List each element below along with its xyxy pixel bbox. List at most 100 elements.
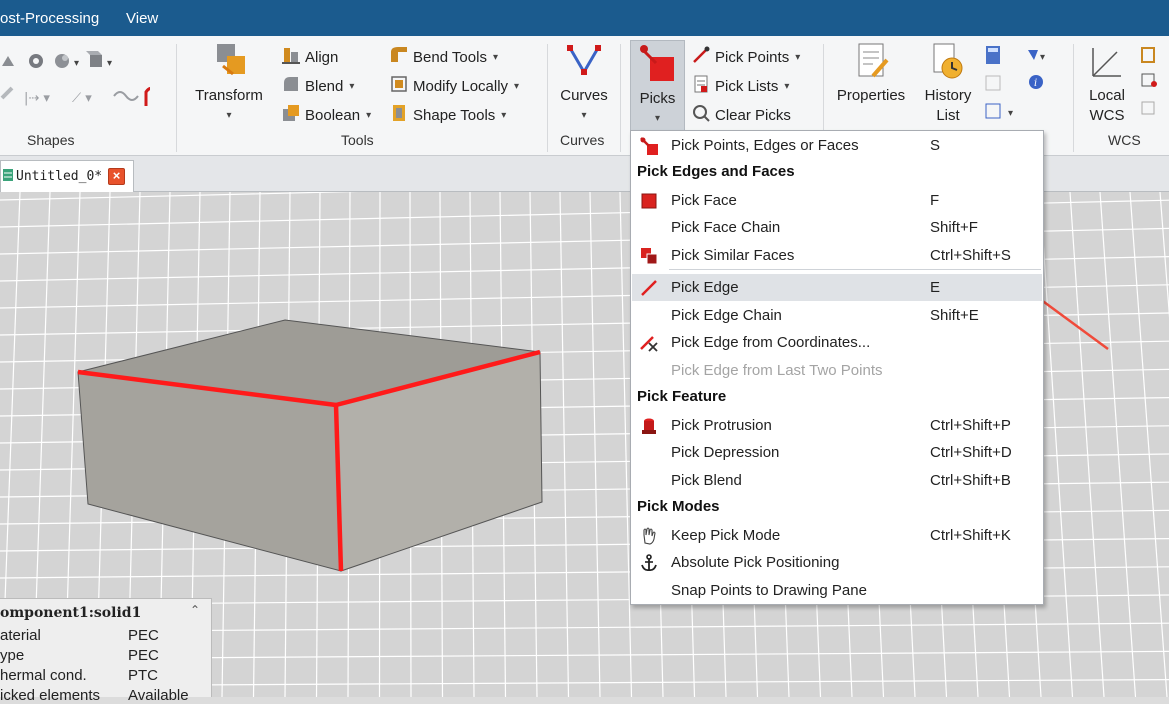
menu-item-pick-edge-chain[interactable]: Pick Edge Chain Shift+E: [632, 302, 1042, 329]
menu-item-pick-edge-from-coordinates[interactable]: Pick Edge from Coordinates...: [632, 329, 1042, 356]
curves-label: Curves: [560, 87, 608, 104]
picks-icon: [639, 45, 674, 81]
menu-item-pick-depression[interactable]: Pick Depression Ctrl+Shift+D: [632, 439, 1042, 466]
menu-item-label: Pick Protrusion: [671, 417, 772, 434]
menu-item-pick-similar-faces[interactable]: Pick Similar Faces Ctrl+Shift+S: [632, 242, 1042, 269]
menu-item-label: Pick Face Chain: [671, 219, 781, 236]
blend-button[interactable]: Blend ▾: [282, 75, 354, 97]
local-wcs-button[interactable]: Local WCS: [1080, 42, 1134, 126]
info-row-value: PEC: [128, 627, 159, 644]
group-divider: [1073, 44, 1074, 152]
picks-button[interactable]: Picks ▾: [630, 40, 685, 132]
align-label: Align: [305, 48, 339, 66]
menu-item-label: Pick Blend: [671, 472, 742, 489]
pick-lists-label: Pick Lists: [715, 77, 779, 95]
transform-icon: [217, 44, 245, 76]
bend-tools-label: Bend Tools: [413, 48, 487, 66]
clear-picks-button[interactable]: Clear Picks: [692, 104, 791, 126]
pick-edge-icon: [640, 279, 658, 297]
svg-text:▾: ▾: [1040, 52, 1045, 63]
picks-dropdown-menu: Pick Points, Edges or Faces S Pick Edges…: [630, 130, 1044, 605]
shape-tools-button[interactable]: Shape Tools ▾: [390, 104, 506, 126]
shape-tools-icon: [390, 104, 408, 126]
chevron-down-icon: ▾: [366, 109, 372, 121]
modify-locally-button[interactable]: Modify Locally ▾: [390, 75, 519, 97]
menu-item-pick-points-edges-faces[interactable]: Pick Points, Edges or Faces S: [632, 132, 1042, 159]
menu-tab-post-processing[interactable]: ost-Processing: [0, 10, 99, 27]
grid-line: [1069, 192, 1105, 697]
boolean-icon: [282, 104, 300, 126]
menu-item-pick-blend[interactable]: Pick Blend Ctrl+Shift+B: [632, 467, 1042, 494]
svg-text:▾: ▾: [107, 58, 112, 69]
menu-item-label: Pick Edge from Coordinates...: [671, 334, 871, 351]
group-divider: [176, 44, 177, 152]
close-icon[interactable]: ×: [108, 168, 126, 185]
menu-item-label: Pick Similar Faces: [671, 247, 795, 264]
clear-picks-label: Clear Picks: [715, 106, 791, 124]
group-divider: [547, 44, 548, 152]
menu-item-label: Pick Points, Edges or Faces: [671, 137, 859, 154]
menu-item-shortcut: Ctrl+Shift+S: [930, 247, 1011, 264]
properties-button[interactable]: Properties: [832, 42, 910, 106]
chevron-down-icon: ▾: [226, 110, 232, 121]
info-row-label: aterial: [0, 627, 41, 644]
curves-icon: [567, 45, 601, 75]
svg-text:⟋ ▾: ⟋ ▾: [72, 91, 92, 106]
pick-face-icon: [640, 192, 658, 210]
document-tab[interactable]: Untitled_0* ×: [0, 160, 134, 192]
anchor-icon: [640, 554, 658, 572]
menu-bar: ost-Processing View: [0, 0, 1169, 36]
menu-item-pick-face[interactable]: Pick Face F: [632, 187, 1042, 214]
curves-button[interactable]: Curves ▾: [556, 42, 612, 126]
menu-item-keep-pick-mode[interactable]: Keep Pick Mode Ctrl+Shift+K: [632, 522, 1042, 549]
pick-edge-coordinates-icon: [640, 334, 658, 352]
menu-item-absolute-pick-positioning[interactable]: Absolute Pick Positioning: [632, 549, 1042, 576]
menu-item-label: Pick Edge from Last Two Points: [671, 362, 883, 379]
grid-line: [589, 192, 601, 697]
svg-text:▾: ▾: [1008, 108, 1013, 119]
properties-label: Properties: [836, 87, 906, 104]
pick-protrusion-icon: [640, 417, 658, 435]
local-label: Local: [1089, 87, 1125, 104]
chevron-down-icon: ▾: [581, 110, 587, 121]
bend-tools-icon: [390, 46, 408, 68]
align-button[interactable]: Align: [282, 46, 338, 68]
boolean-button[interactable]: Boolean ▾: [282, 104, 371, 126]
picks-label: Picks: [639, 90, 676, 107]
menu-item-label: Pick Face: [671, 192, 737, 209]
bend-tools-button[interactable]: Bend Tools ▾: [390, 46, 498, 68]
local-wcs-icon: [1092, 48, 1121, 77]
menu-item-shortcut: S: [930, 137, 941, 154]
modify-locally-label: Modify Locally: [413, 77, 509, 95]
pick-lists-button[interactable]: Pick Lists ▾: [692, 75, 789, 97]
wcs-tool-icons[interactable]: [1140, 44, 1169, 124]
chevron-down-icon: ▾: [654, 113, 661, 124]
menu-tab-view[interactable]: View: [126, 10, 158, 27]
clear-picks-icon: [692, 104, 710, 126]
info-row-label: ype: [0, 647, 25, 664]
shapes-icons[interactable]: ▾ ▾ |⇢ ▾ ⟋ ▾: [0, 50, 150, 116]
chevron-down-icon: ▾: [349, 80, 355, 92]
pick-points-button[interactable]: Pick Points ▾: [692, 46, 800, 68]
transform-button[interactable]: Transform ▾: [190, 42, 268, 126]
menu-item-pick-face-chain[interactable]: Pick Face Chain Shift+F: [632, 214, 1042, 241]
history-list-button[interactable]: History List: [918, 42, 978, 126]
chevron-up-icon[interactable]: ⌃: [190, 603, 200, 617]
misc-tool-icons[interactable]: ▾ i ▾: [984, 44, 1064, 124]
menu-item-label: Keep Pick Mode: [671, 527, 781, 544]
blend-icon: [282, 75, 300, 97]
pick-lists-icon: [692, 75, 710, 97]
svg-text:|⇢ ▾: |⇢ ▾: [24, 91, 50, 106]
menu-section-header: Pick Edges and Faces: [637, 163, 795, 180]
menu-item-label: Pick Edge: [671, 279, 739, 296]
tools-group-label: Tools: [341, 132, 374, 148]
menu-item-snap-points-to-drawing-pane[interactable]: Snap Points to Drawing Pane: [632, 577, 1042, 604]
svg-text:i: i: [1034, 78, 1037, 89]
wcs-label: WCS: [1089, 107, 1125, 124]
pick-points-icon: [692, 46, 710, 68]
grid-line: [559, 192, 570, 697]
menu-item-pick-edge[interactable]: Pick Edge E: [632, 274, 1042, 301]
info-row-value: PEC: [128, 647, 159, 664]
menu-item-pick-protrusion[interactable]: Pick Protrusion Ctrl+Shift+P: [632, 412, 1042, 439]
menu-item-shortcut: Shift+E: [930, 307, 979, 324]
